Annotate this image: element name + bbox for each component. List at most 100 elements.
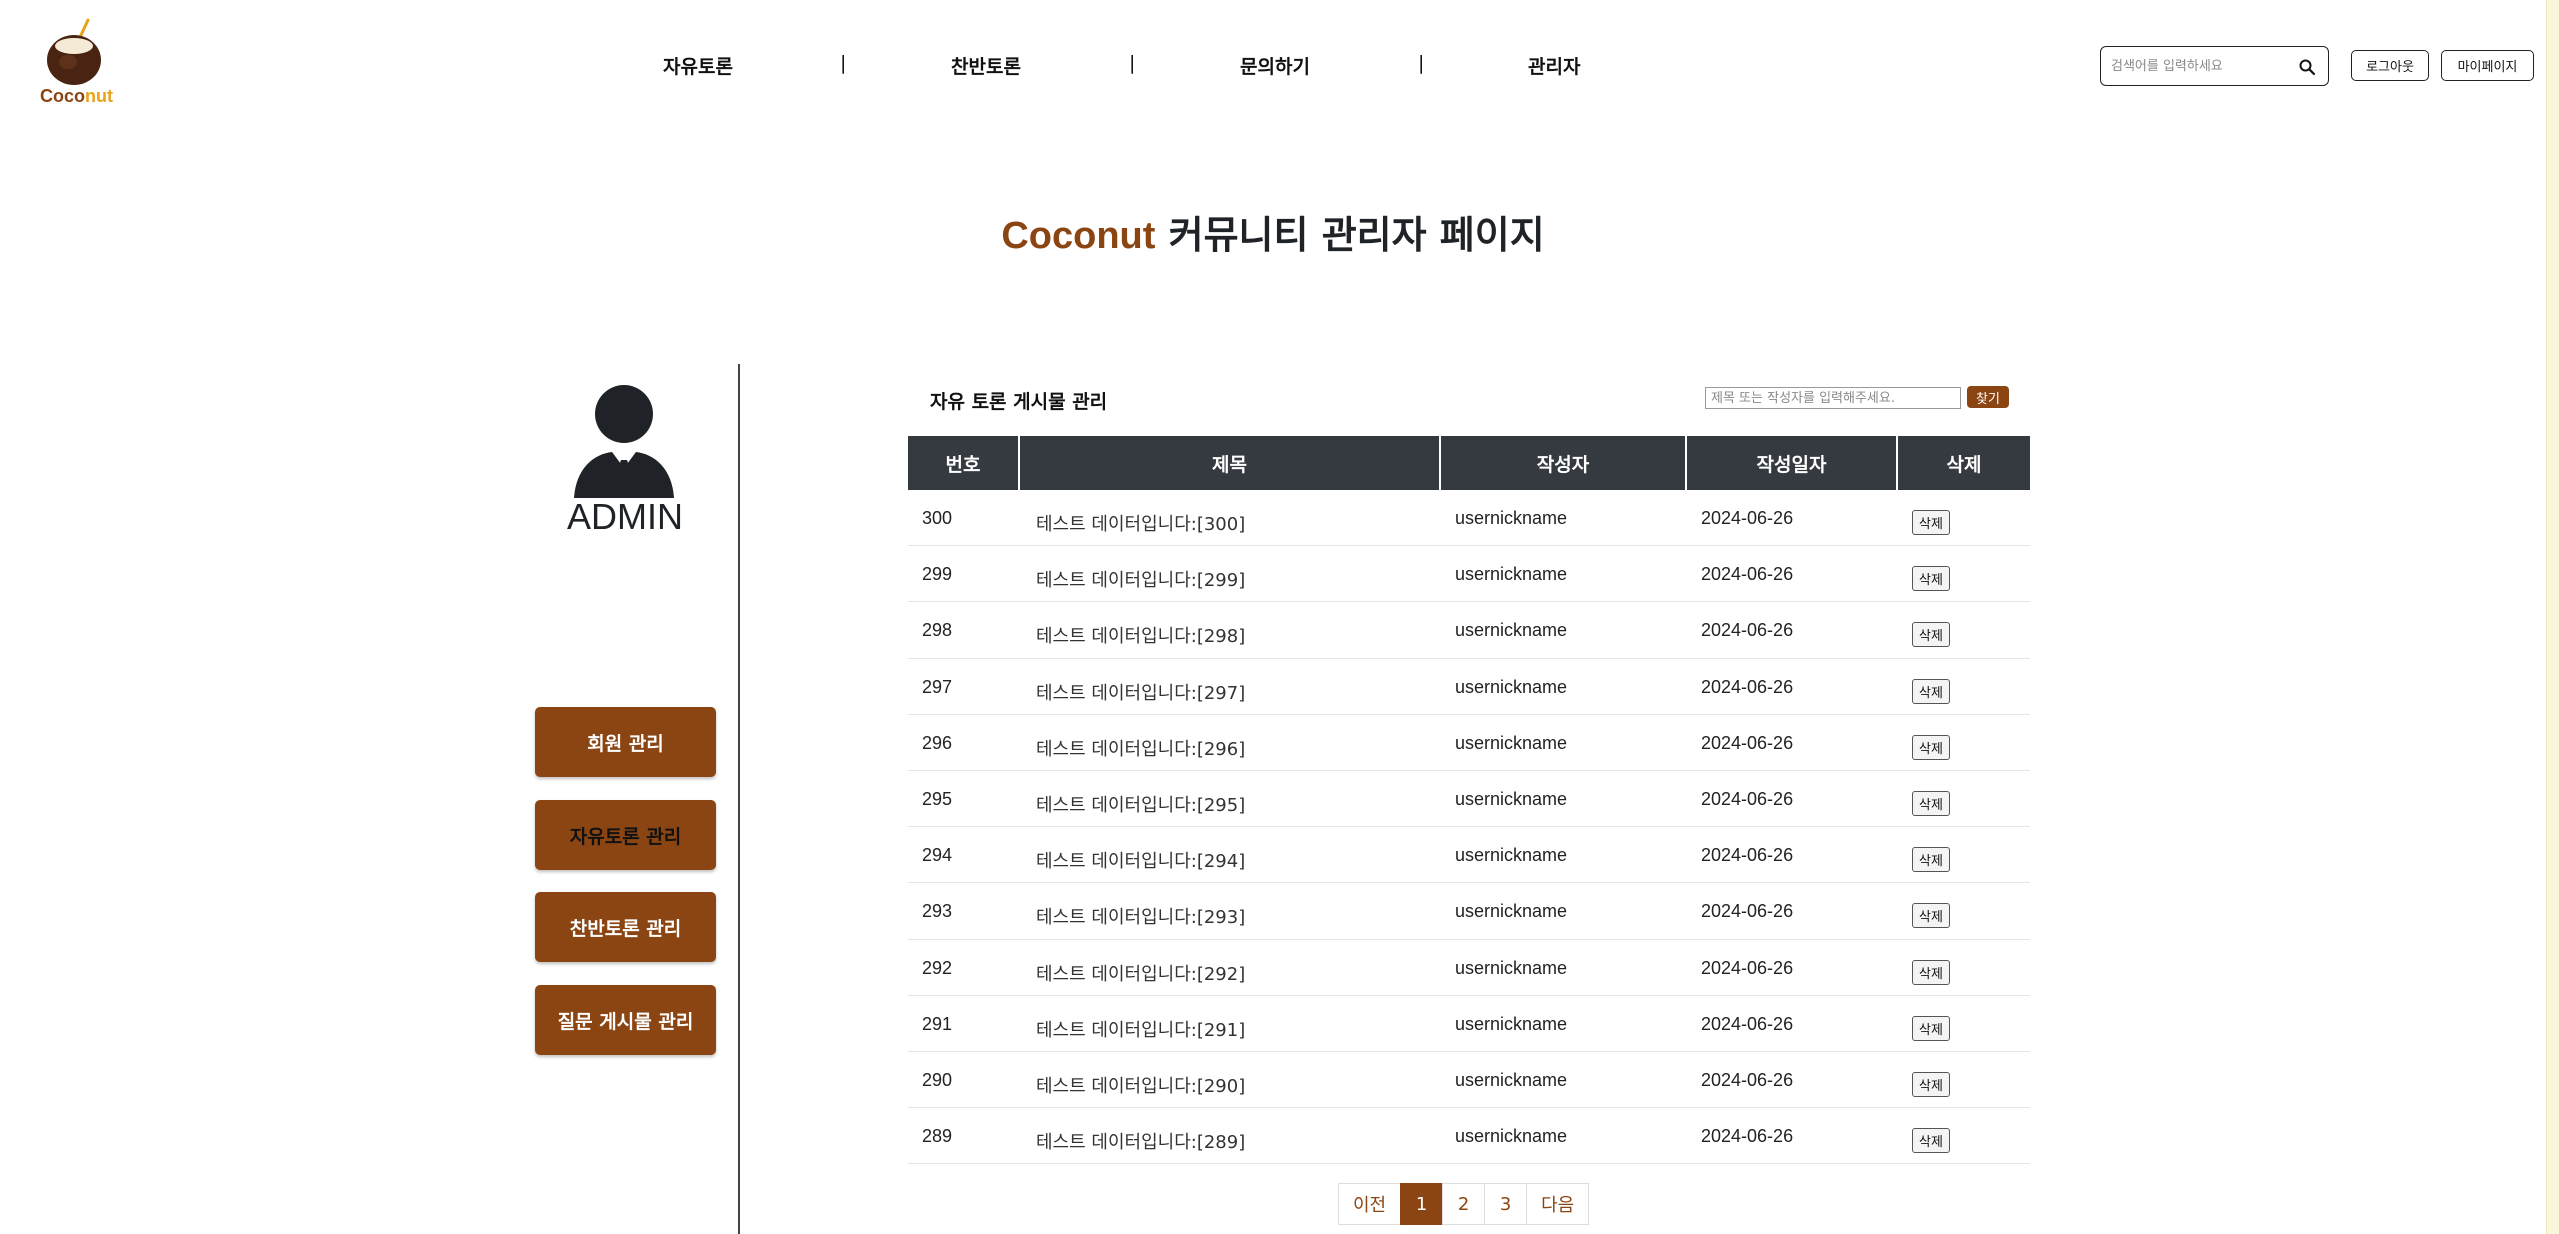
member-management-button[interactable]: 회원 관리 <box>535 707 716 777</box>
row-title-link[interactable]: 테스트 데이터입니다:[298] <box>1020 602 1441 659</box>
table-row: 294 테스트 데이터입니다:[294] usernickname 2024-06-2… <box>908 827 2030 884</box>
row-writer: usernickname <box>1441 827 1687 884</box>
header-search-input[interactable] <box>2111 54 2291 78</box>
row-date: 2024-06-26 <box>1687 602 1898 659</box>
delete-button[interactable]: 삭제 <box>1912 678 1950 704</box>
row-delete-cell: 삭제 <box>1898 827 2030 884</box>
delete-button[interactable]: 삭제 <box>1912 1015 1950 1041</box>
table-row: 291 테스트 데이터입니다:[291] usernickname 2024-06-2… <box>908 996 2030 1052</box>
admin-label: ADMIN <box>567 496 683 537</box>
column-header-writer: 작성자 <box>1441 436 1687 490</box>
scrollbar[interactable] <box>2546 0 2559 1234</box>
table-header-row: 번호 제목 작성자 작성일자 삭제 <box>908 436 2030 490</box>
search-icon[interactable] <box>2298 58 2316 76</box>
nav-inquiry[interactable]: 문의하기 <box>1240 52 1310 79</box>
row-writer: usernickname <box>1441 1052 1687 1109</box>
row-delete-cell: 삭제 <box>1898 715 2030 771</box>
question-post-management-button[interactable]: 질문 게시물 관리 <box>535 985 716 1055</box>
row-delete-cell: 삭제 <box>1898 546 2030 603</box>
row-delete-cell: 삭제 <box>1898 1108 2030 1165</box>
row-title-link[interactable]: 테스트 데이터입니다:[292] <box>1020 940 1441 996</box>
row-date: 2024-06-26 <box>1687 827 1898 884</box>
table-row: 298 테스트 데이터입니다:[298] usernickname 2024-06-2… <box>908 602 2030 659</box>
row-number: 295 <box>908 771 1020 828</box>
page-1-button[interactable]: 1 <box>1400 1183 1444 1225</box>
delete-button[interactable]: 삭제 <box>1912 790 1950 816</box>
row-date: 2024-06-26 <box>1687 996 1898 1052</box>
row-number: 293 <box>908 883 1020 940</box>
delete-button[interactable]: 삭제 <box>1912 959 1950 985</box>
pagination: 이전 1 2 3 다음 <box>1338 1183 1590 1225</box>
row-date: 2024-06-26 <box>1687 546 1898 603</box>
row-writer: usernickname <box>1441 715 1687 771</box>
row-title-link[interactable]: 테스트 데이터입니다:[299] <box>1020 546 1441 603</box>
table-row: 290 테스트 데이터입니다:[290] usernickname 2024-06-2… <box>908 1052 2030 1109</box>
row-number: 297 <box>908 659 1020 715</box>
row-number: 300 <box>908 490 1020 547</box>
nav-admin[interactable]: 관리자 <box>1528 52 1580 79</box>
row-title-link[interactable]: 테스트 데이터입니다:[291] <box>1020 996 1441 1052</box>
delete-button[interactable]: 삭제 <box>1912 510 1950 535</box>
row-date: 2024-06-26 <box>1687 659 1898 715</box>
find-button[interactable]: 찾기 <box>1967 386 2009 408</box>
admin-avatar-icon <box>574 385 674 498</box>
row-writer: usernickname <box>1441 659 1687 715</box>
row-date: 2024-06-26 <box>1687 771 1898 828</box>
board-title: 자유 토론 게시물 관리 <box>930 391 1108 413</box>
table-row: 299 테스트 데이터입니다:[299] usernickname 2024-06-2… <box>908 546 2030 603</box>
table-row: 295 테스트 데이터입니다:[295] usernickname 2024-06-2… <box>908 771 2030 828</box>
row-number: 290 <box>908 1052 1020 1109</box>
page-title: Coconut 커뮤니티 관리자 페이지 <box>1001 213 1545 257</box>
row-writer: usernickname <box>1441 490 1687 547</box>
row-number: 294 <box>908 827 1020 884</box>
row-number: 299 <box>908 546 1020 603</box>
row-title-link[interactable]: 테스트 데이터입니다:[300] <box>1020 490 1441 547</box>
table-row: 292 테스트 데이터입니다:[292] usernickname 2024-06-2… <box>908 940 2030 996</box>
header-search <box>2100 46 2329 86</box>
table-row: 293 테스트 데이터입니다:[293] usernickname 2024-06-2… <box>908 883 2030 940</box>
delete-button[interactable]: 삭제 <box>1912 734 1950 760</box>
row-date: 2024-06-26 <box>1687 940 1898 996</box>
page-2-button[interactable]: 2 <box>1442 1183 1486 1225</box>
delete-button[interactable]: 삭제 <box>1912 566 1950 592</box>
row-writer: usernickname <box>1441 602 1687 659</box>
nav-pro-con-debate[interactable]: 찬반토론 <box>951 52 1021 79</box>
delete-button[interactable]: 삭제 <box>1912 1128 1950 1154</box>
delete-button[interactable]: 삭제 <box>1912 622 1950 648</box>
vertical-divider <box>738 364 740 1234</box>
next-page-button[interactable]: 다음 <box>1526 1183 1590 1225</box>
row-delete-cell: 삭제 <box>1898 1052 2030 1109</box>
logo-text[interactable]: Coconut <box>40 86 113 107</box>
pro-con-debate-management-button[interactable]: 찬반토론 관리 <box>535 892 716 962</box>
logout-button[interactable]: 로그아웃 <box>2351 50 2429 81</box>
row-title-link[interactable]: 테스트 데이터입니다:[289] <box>1020 1108 1441 1165</box>
row-number: 296 <box>908 715 1020 771</box>
row-writer: usernickname <box>1441 546 1687 603</box>
column-header-title: 제목 <box>1020 436 1441 490</box>
row-delete-cell: 삭제 <box>1898 659 2030 715</box>
row-title-link[interactable]: 테스트 데이터입니다:[295] <box>1020 771 1441 828</box>
nav-free-debate[interactable]: 자유토론 <box>663 52 733 79</box>
row-delete-cell: 삭제 <box>1898 940 2030 996</box>
delete-button[interactable]: 삭제 <box>1912 903 1950 929</box>
column-header-number: 번호 <box>908 436 1020 490</box>
row-title-link[interactable]: 테스트 데이터입니다:[290] <box>1020 1052 1441 1109</box>
delete-button[interactable]: 삭제 <box>1912 1071 1950 1097</box>
nav-separator: | <box>1418 52 1425 74</box>
page-3-button[interactable]: 3 <box>1484 1183 1528 1225</box>
column-header-date: 작성일자 <box>1687 436 1898 490</box>
delete-button[interactable]: 삭제 <box>1912 847 1950 873</box>
row-title-link[interactable]: 테스트 데이터입니다:[293] <box>1020 883 1441 940</box>
row-title-link[interactable]: 테스트 데이터입니다:[297] <box>1020 659 1441 715</box>
nav-separator: | <box>840 52 847 74</box>
row-delete-cell: 삭제 <box>1898 771 2030 828</box>
row-writer: usernickname <box>1441 1108 1687 1165</box>
row-number: 298 <box>908 602 1020 659</box>
row-date: 2024-06-26 <box>1687 1052 1898 1109</box>
row-title-link[interactable]: 테스트 데이터입니다:[294] <box>1020 827 1441 884</box>
board-search-input[interactable] <box>1705 387 1961 409</box>
mypage-button[interactable]: 마이페이지 <box>2441 50 2534 81</box>
prev-page-button[interactable]: 이전 <box>1338 1183 1402 1225</box>
row-title-link[interactable]: 테스트 데이터입니다:[296] <box>1020 715 1441 771</box>
free-debate-management-button[interactable]: 자유토론 관리 <box>535 800 716 870</box>
